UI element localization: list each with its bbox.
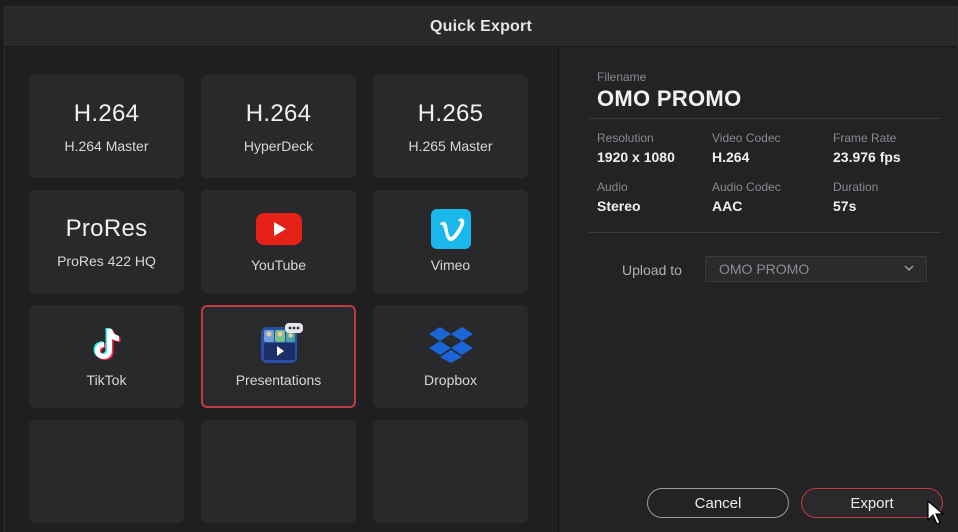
preset-label: HyperDeck [243,137,314,154]
audio-codec-value: AAC [712,198,743,214]
audio-field: Audio Stereo [597,180,641,214]
filename-label: Filename [597,70,647,84]
quick-export-dialog: Quick Export H.264 H.264 Master H.264 Hy… [4,6,958,532]
preset-label: H.264 Master [64,137,149,154]
resolution-label: Resolution [597,131,654,145]
separator [589,118,941,119]
tiktok-icon [90,326,124,362]
frame-rate-value: 23.976 fps [833,149,901,165]
empty-preset-slot [29,420,184,523]
preset-h264-master[interactable]: H.264 H.264 Master [29,75,184,178]
export-button[interactable]: Export [801,488,943,518]
presentations-icon [253,322,305,363]
cancel-button[interactable]: Cancel [647,488,789,518]
preset-label: Dropbox [424,371,477,388]
preset-format-text: H.264 [245,99,312,127]
dialog-titlebar: Quick Export [5,7,957,47]
duration-value: 57s [833,198,857,214]
separator [589,232,941,233]
preset-format-text: H.264 [73,99,140,127]
preset-youtube[interactable]: YouTube [201,190,356,293]
chevron-down-icon [902,261,916,278]
frame-rate-label: Frame Rate [833,131,897,145]
audio-value: Stereo [597,198,641,214]
preset-format-text: ProRes [65,214,148,242]
preset-label: TikTok [86,371,127,388]
preset-tiktok[interactable]: TikTok [29,305,184,408]
preset-presentations[interactable]: Presentations [201,305,356,408]
video-codec-field: Video Codec H.264 [712,131,781,165]
preset-label: Presentations [235,371,322,388]
preset-label: YouTube [250,256,306,273]
empty-preset-slot [373,420,528,523]
duration-label: Duration [833,180,879,194]
audio-codec-label: Audio Codec [712,180,781,194]
audio-label: Audio [597,180,628,194]
vimeo-icon [430,208,471,249]
preset-label: H.265 Master [408,137,493,154]
mouse-pointer-icon [927,499,945,531]
preset-vimeo[interactable]: Vimeo [373,190,528,293]
preset-prores-422-hq[interactable]: ProRes ProRes 422 HQ [29,190,184,293]
details-panel: Filename OMO PROMO Resolution 1920 x 108… [559,48,958,532]
duration-field: Duration 57s [833,180,878,214]
frame-rate-field: Frame Rate 23.976 fps [833,131,901,165]
preset-label: Vimeo [430,256,471,273]
preset-label: ProRes 422 HQ [57,252,156,269]
filename-value: OMO PROMO [597,86,742,111]
youtube-icon [255,211,302,247]
audio-codec-field: Audio Codec AAC [712,180,781,214]
upload-destination-select[interactable]: OMO PROMO [705,256,927,282]
dropbox-icon [428,326,473,363]
preset-dropbox[interactable]: Dropbox [373,305,528,408]
upload-destination-value: OMO PROMO [719,261,810,277]
preset-grid: H.264 H.264 Master H.264 HyperDeck H.265… [5,48,558,532]
dialog-title: Quick Export [430,17,532,35]
preset-hyperdeck[interactable]: H.264 HyperDeck [201,75,356,178]
upload-to-label: Upload to [622,262,682,278]
preset-h265-master[interactable]: H.265 H.265 Master [373,75,528,178]
resolution-value: 1920 x 1080 [597,149,675,165]
empty-preset-slot [201,420,356,523]
resolution-field: Resolution 1920 x 1080 [597,131,675,165]
preset-format-text: H.265 [417,99,484,127]
video-codec-label: Video Codec [712,131,781,145]
video-codec-value: H.264 [712,149,750,165]
